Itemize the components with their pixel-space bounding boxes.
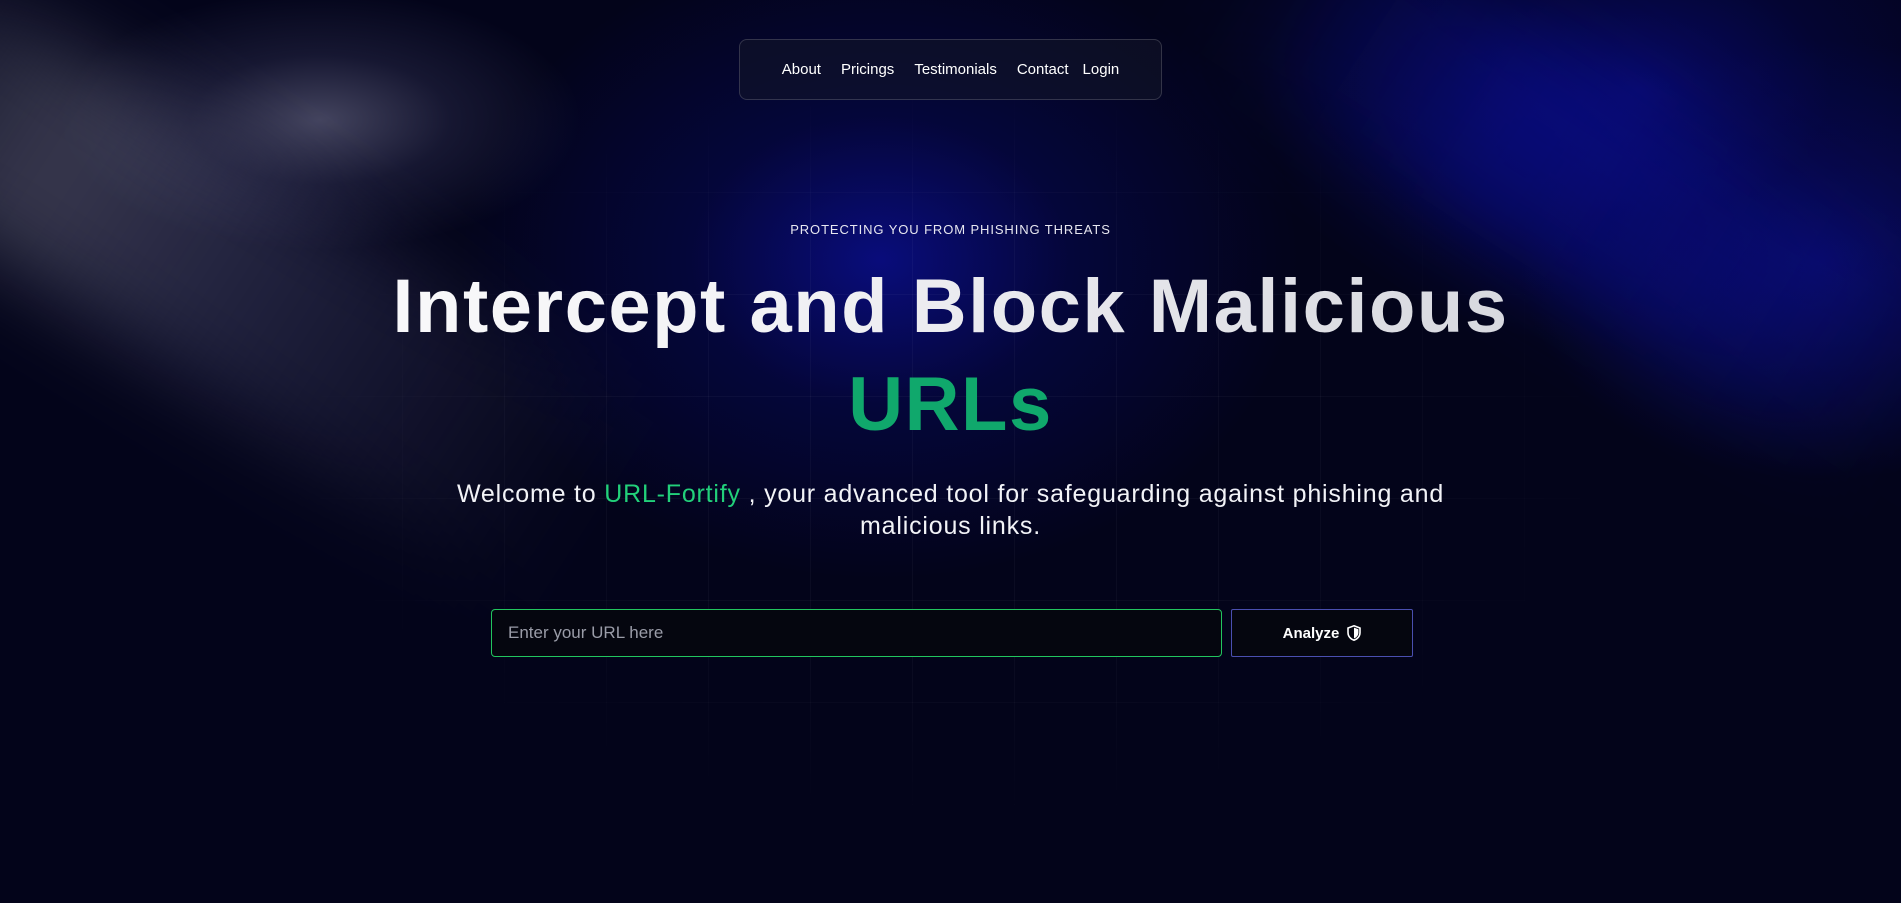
nav-link-pricings[interactable]: Pricings	[841, 61, 894, 78]
brand-name: URL-Fortify	[604, 480, 741, 508]
nav-link-testimonials[interactable]: Testimonials	[914, 61, 997, 78]
hero-headline: Intercept and Block Malicious URLs	[0, 258, 1901, 454]
analyze-button[interactable]: Analyze	[1231, 609, 1413, 657]
shield-icon	[1347, 625, 1362, 641]
nav-link-contact[interactable]: Contact	[1017, 61, 1069, 78]
url-input[interactable]	[491, 609, 1222, 657]
hero-headline-line1: Intercept and Block Malicious	[0, 258, 1901, 356]
top-navigation: About Pricings Testimonials Contact Logi…	[739, 39, 1162, 100]
hero-subtitle: Welcome to URL-Fortify , your advanced t…	[420, 478, 1481, 542]
hero-eyebrow: PROTECTING YOU FROM PHISHING THREATS	[790, 222, 1111, 237]
subtitle-suffix: , your advanced tool for safeguarding ag…	[748, 480, 1445, 540]
landing-page: About Pricings Testimonials Contact Logi…	[0, 0, 1901, 903]
nav-link-login[interactable]: Login	[1083, 61, 1120, 78]
subtitle-prefix: Welcome to	[456, 480, 597, 508]
hero-headline-highlight: URLs	[848, 362, 1053, 447]
nav-link-about[interactable]: About	[782, 61, 821, 78]
url-check-form: Analyze	[491, 609, 1413, 657]
analyze-button-label: Analyze	[1282, 624, 1340, 642]
